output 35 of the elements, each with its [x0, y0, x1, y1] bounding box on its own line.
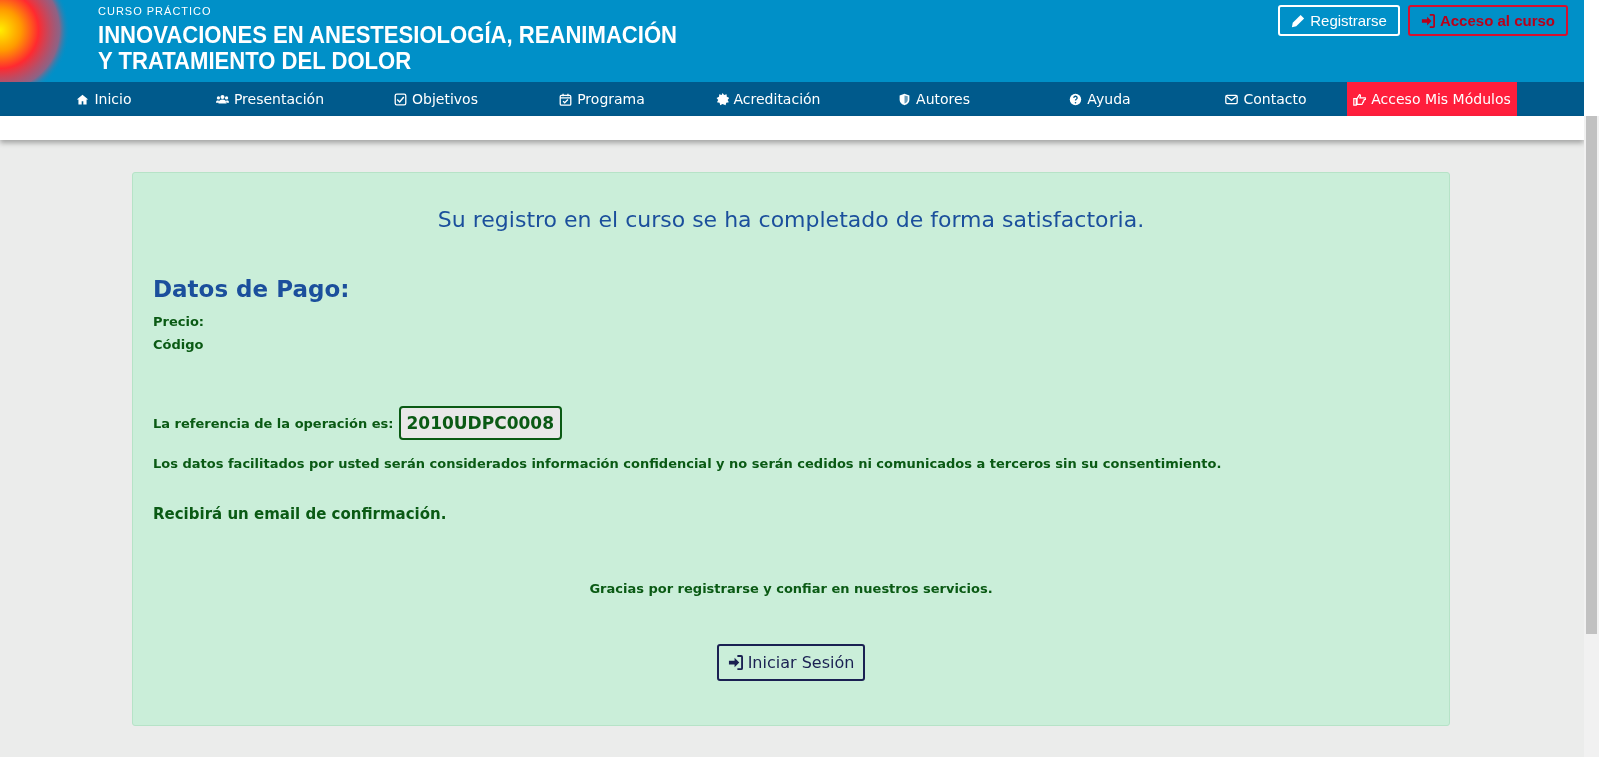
payment-field-label: Código — [153, 337, 205, 352]
nav-link[interactable]: Presentación — [209, 82, 331, 116]
email-notice: Recibirá un email de confirmación. — [153, 505, 447, 523]
nav-link[interactable]: Ayuda — [1063, 82, 1137, 116]
privacy-notice: Los datos facilitados por usted serán considerados información confidencial y no serán cedidos ni comunicados a terceros sin su consentimiento. — [153, 456, 1223, 471]
nav-link[interactable]: Objetivos — [388, 82, 484, 116]
users-icon — [215, 92, 229, 106]
success-message: Su registro en el curso se ha completado de forma satisfactoria. — [436, 207, 1146, 232]
shield-icon — [898, 92, 912, 106]
nav-link[interactable]: Acreditación — [709, 82, 827, 116]
nav-link[interactable]: Programa — [553, 82, 651, 116]
calendar-icon — [559, 92, 573, 106]
checkbox-icon — [394, 92, 408, 106]
login-icon — [1420, 13, 1435, 28]
thanks-message: Gracias por registrarse y confiar en nuestros servicios. — [588, 581, 994, 596]
scrollbar-thumb[interactable] — [1586, 116, 1597, 634]
badge-icon — [715, 92, 729, 106]
reference-code: 2010UDPC0008 — [398, 406, 562, 440]
nav-link[interactable]: Autores — [892, 82, 976, 116]
nav-link[interactable]: Contacto — [1219, 82, 1313, 116]
course-title: Y TRATAMIENTO DEL DOLOR — [98, 48, 413, 74]
login-button[interactable]: Iniciar Sesión — [716, 644, 866, 681]
payment-heading: Datos de Pago: — [153, 276, 351, 302]
register-button[interactable]: Registrarse — [1278, 5, 1400, 36]
payment-field-label: Precio: — [153, 314, 206, 329]
course-kicker: CURSO PRÁCTICO — [98, 5, 213, 17]
pointing-hand-icon — [1353, 92, 1367, 106]
help-icon — [1069, 92, 1083, 106]
pencil-icon — [1291, 13, 1306, 28]
course-title: INNOVACIONES EN ANESTESIOLOGÍA, REANIMACIÓN — [98, 22, 678, 48]
reference-label: La referencia de la operación es: — [153, 415, 394, 431]
envelope-icon — [1225, 92, 1239, 106]
home-icon — [76, 92, 90, 106]
nav-link[interactable]: Inicio — [70, 82, 138, 116]
login-icon — [727, 655, 743, 670]
